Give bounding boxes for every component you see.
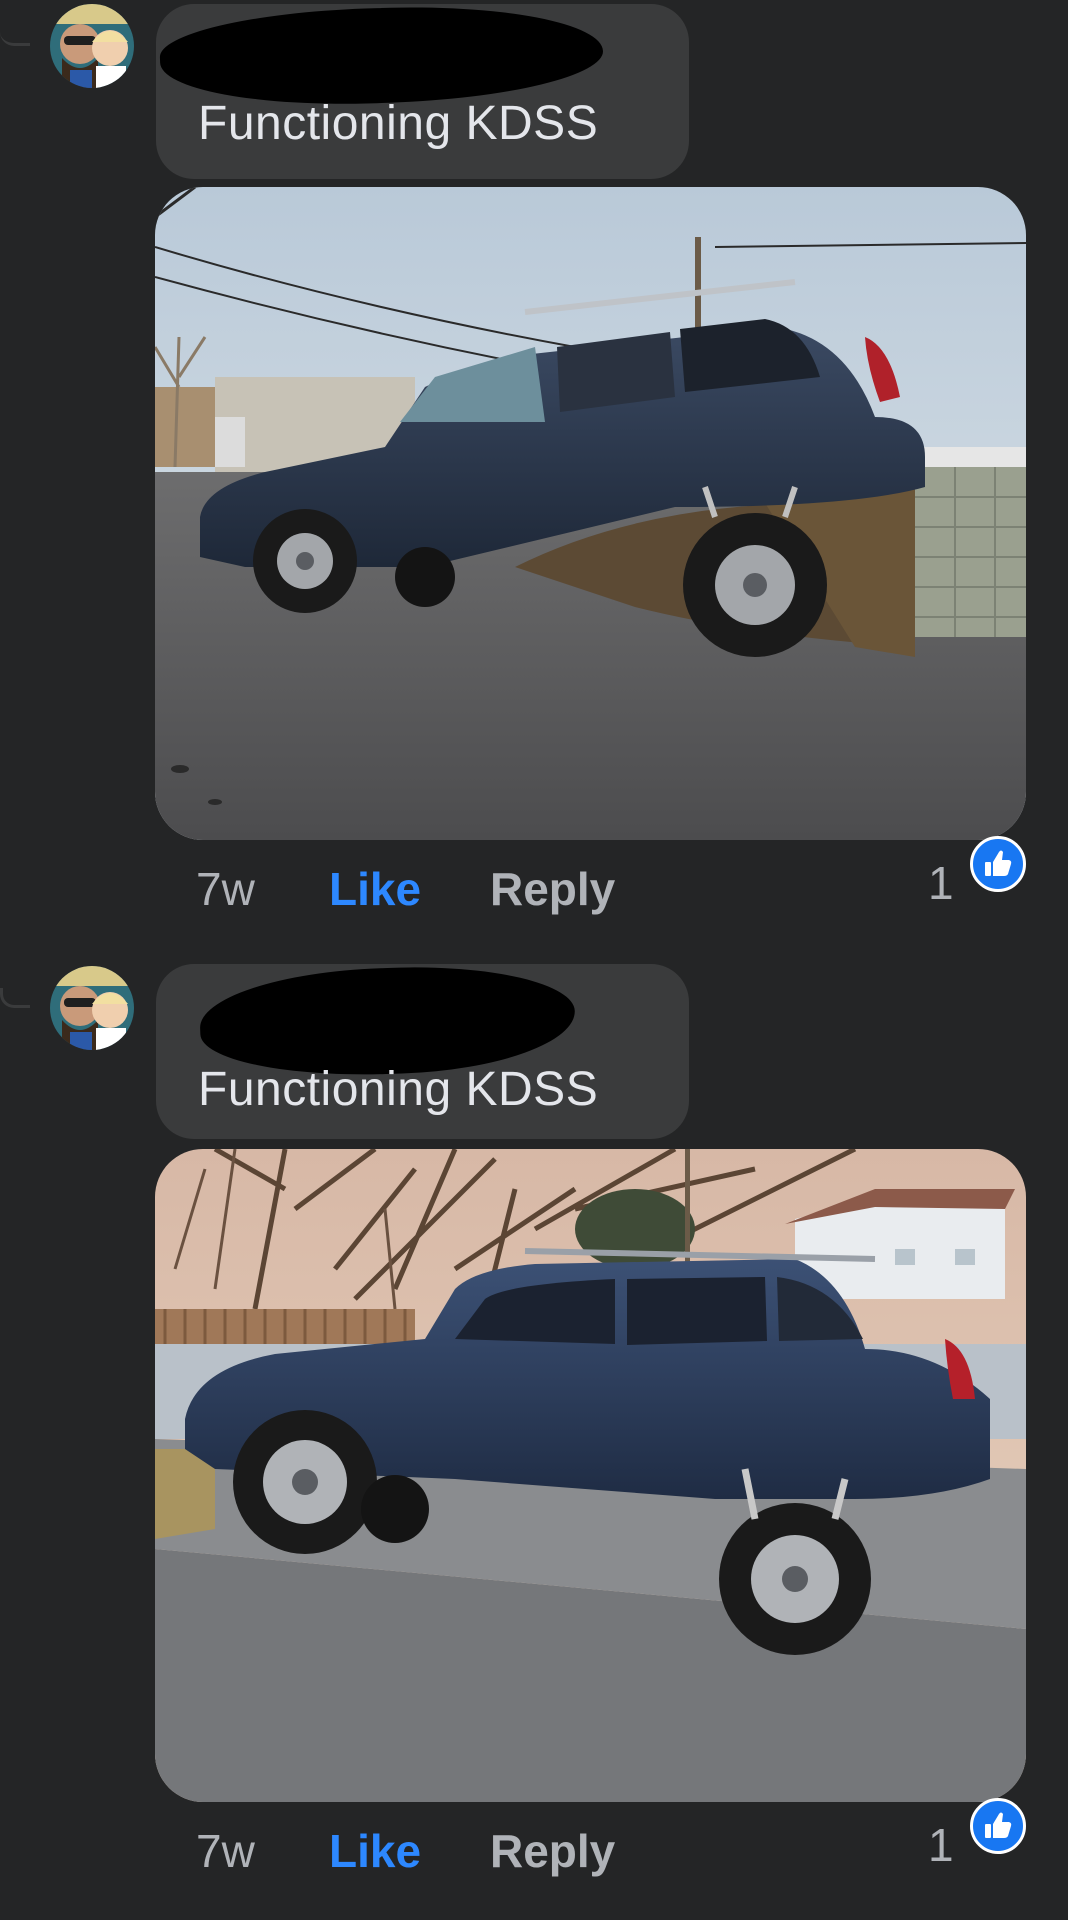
comment-bubble: Functioning KDSS [156,0,689,179]
comment-thread: Functioning KDSS 7w Like Reply 1 Functio… [0,0,1068,1920]
thread-connector [0,988,30,1008]
comment-text: Functioning KDSS [198,1063,599,1116]
comment-actions: 7w Like Reply 1 [0,836,1068,922]
reply-button[interactable]: Reply [490,862,615,916]
thumbs-up-icon[interactable] [970,836,1026,892]
comment-timestamp: 7w [196,863,255,915]
like-button[interactable]: Like [329,1824,421,1878]
comment-bubble: Functioning KDSS [156,961,689,1139]
avatar[interactable] [50,966,134,1050]
thumbs-up-icon[interactable] [970,1798,1026,1854]
comment-photo[interactable] [155,1149,1026,1802]
reaction-count[interactable]: 1 [928,1818,954,1872]
comment-photo[interactable] [155,187,1026,840]
reply-button[interactable]: Reply [490,1824,615,1878]
comment-timestamp: 7w [196,1825,255,1877]
redacted-author-name [158,0,605,111]
reaction-count[interactable]: 1 [928,856,954,910]
like-button[interactable]: Like [329,862,421,916]
comment-actions: 7w Like Reply 1 [0,1798,1068,1884]
comment-text: Functioning KDSS [198,97,599,150]
avatar[interactable] [50,4,134,88]
thread-connector [0,12,30,46]
